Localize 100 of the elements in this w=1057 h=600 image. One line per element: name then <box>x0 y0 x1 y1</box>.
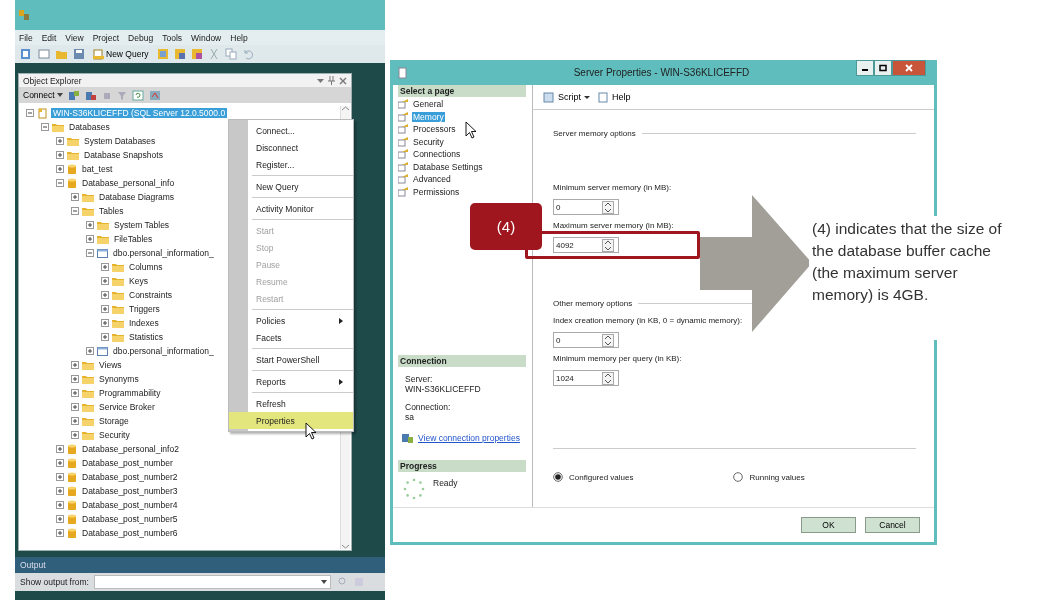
window-icon[interactable] <box>38 48 50 60</box>
tree-item[interactable]: dbo.personal_information_ <box>111 248 216 258</box>
page-list-item[interactable]: Permissions <box>412 186 461 197</box>
scroll-down-icon[interactable] <box>342 544 349 549</box>
expand-icon[interactable] <box>56 501 64 509</box>
expand-icon[interactable] <box>71 403 79 411</box>
expand-icon[interactable] <box>71 431 79 439</box>
page-list-item[interactable]: Database Settings <box>412 161 484 172</box>
tree-item[interactable]: Database_post_number3 <box>80 486 180 496</box>
spin-arrows-icon[interactable] <box>602 333 614 347</box>
close-button[interactable] <box>892 60 926 76</box>
expand-icon[interactable] <box>86 235 94 243</box>
tree-item[interactable]: Synonyms <box>97 374 141 384</box>
menu-item[interactable]: New Query <box>229 178 353 195</box>
expand-icon[interactable] <box>86 221 94 229</box>
new-query-button[interactable]: New Query <box>90 48 152 60</box>
menu-item[interactable]: View <box>65 32 84 43</box>
page-list-item[interactable]: Advanced <box>412 174 452 185</box>
expand-icon[interactable] <box>101 305 109 313</box>
spin-arrows-icon[interactable] <box>602 371 614 385</box>
tree-item[interactable]: Database_post_number5 <box>80 514 180 524</box>
refresh-icon[interactable] <box>131 89 144 101</box>
expand-icon[interactable] <box>56 459 64 467</box>
close-icon[interactable] <box>339 76 347 85</box>
tree-item[interactable]: dbo.personal_information_ <box>111 346 216 356</box>
menu-item[interactable]: File <box>19 32 33 43</box>
expand-icon[interactable] <box>101 277 109 285</box>
tree-item[interactable]: System Databases <box>82 136 158 146</box>
new-project-icon[interactable] <box>20 48 33 60</box>
tree-item[interactable]: Database_post_number2 <box>80 472 180 482</box>
page-list-item[interactable]: Processors <box>412 124 457 135</box>
radio-circle-icon[interactable] <box>553 472 563 482</box>
database-query-icon[interactable] <box>190 48 203 60</box>
menu-item[interactable]: Properties <box>229 412 353 429</box>
spin-arrows-icon[interactable] <box>602 238 614 252</box>
page-list-item[interactable]: Security <box>412 136 445 147</box>
tree-item[interactable]: Columns <box>127 262 165 272</box>
menu-item[interactable]: Start PowerShell <box>229 351 353 368</box>
page-list-item[interactable]: Connections <box>412 149 462 160</box>
tree-item[interactable]: Database_post_number6 <box>80 528 180 538</box>
collapse-icon[interactable] <box>71 207 79 215</box>
menu-item[interactable]: Disconnect <box>229 139 353 156</box>
tree-item[interactable]: Constraints <box>127 290 174 300</box>
expand-icon[interactable] <box>101 263 109 271</box>
menu-item[interactable]: Window <box>191 32 222 43</box>
expand-icon[interactable] <box>56 165 64 173</box>
activity-icon[interactable] <box>148 89 161 101</box>
tree-item[interactable]: Database_personal_info <box>80 178 177 188</box>
script-button[interactable]: Script <box>543 91 590 103</box>
connection-properties-link[interactable]: View connection properties <box>418 433 520 443</box>
number-spin-field[interactable]: 4092 <box>553 237 619 253</box>
expand-icon[interactable] <box>56 487 64 495</box>
number-spin-field[interactable]: 1024 <box>553 370 619 386</box>
radio-button[interactable]: Running values <box>733 472 805 482</box>
connect-button[interactable]: Connect <box>23 90 63 100</box>
expand-icon[interactable] <box>101 333 109 341</box>
radio-button[interactable]: Configured values <box>553 472 634 482</box>
expand-icon[interactable] <box>71 361 79 369</box>
radio-circle-icon[interactable] <box>733 472 744 482</box>
menu-item[interactable]: Facets <box>229 329 353 346</box>
tree-item[interactable]: Database_personal_info2 <box>80 444 181 454</box>
menu-item[interactable]: Policies <box>229 312 353 329</box>
menu-item[interactable]: Help <box>230 32 248 43</box>
maximize-button[interactable] <box>874 60 892 76</box>
number-spin-field[interactable]: 0 <box>553 332 619 348</box>
tree-item[interactable]: Programmability <box>97 388 163 398</box>
tree-item[interactable]: Database_post_number4 <box>80 500 180 510</box>
expand-icon[interactable] <box>101 291 109 299</box>
tree-item[interactable]: Database Snapshots <box>82 150 165 160</box>
tree-item[interactable]: Database_post_number <box>80 458 175 468</box>
expand-icon[interactable] <box>86 347 94 355</box>
expand-icon[interactable] <box>71 193 79 201</box>
expand-icon[interactable] <box>56 151 64 159</box>
expand-icon[interactable] <box>56 515 64 523</box>
tree-item[interactable]: Keys <box>127 276 150 286</box>
expand-icon[interactable] <box>71 417 79 425</box>
collapse-icon[interactable] <box>41 123 49 131</box>
tree-item[interactable]: Security <box>97 430 132 440</box>
menu-item[interactable]: Connect... <box>229 122 353 139</box>
collapse-icon[interactable] <box>26 109 34 117</box>
database-query-icon[interactable] <box>173 48 186 60</box>
collapse-icon[interactable] <box>56 179 64 187</box>
scroll-up-icon[interactable] <box>342 106 349 111</box>
menu-item[interactable]: Activity Monitor <box>229 200 353 217</box>
expand-icon[interactable] <box>101 319 109 327</box>
expand-icon[interactable] <box>71 375 79 383</box>
tree-item[interactable]: Service Broker <box>97 402 157 412</box>
disconnect-server-icon[interactable] <box>84 89 97 101</box>
menu-item[interactable]: Edit <box>41 32 57 43</box>
tree-item[interactable]: Database Diagrams <box>97 192 177 202</box>
tree-item[interactable]: bat_test <box>80 164 115 174</box>
tree-item[interactable]: FileTables <box>112 234 155 244</box>
minimize-button[interactable] <box>856 60 874 76</box>
number-spin-field[interactable]: 0 <box>553 199 619 215</box>
spin-arrows-icon[interactable] <box>602 200 614 214</box>
tree-item[interactable]: Databases <box>67 122 112 132</box>
expand-icon[interactable] <box>71 389 79 397</box>
tree-item[interactable]: Views <box>97 360 124 370</box>
expand-icon[interactable] <box>56 137 64 145</box>
menu-item[interactable]: Tools <box>162 32 182 43</box>
